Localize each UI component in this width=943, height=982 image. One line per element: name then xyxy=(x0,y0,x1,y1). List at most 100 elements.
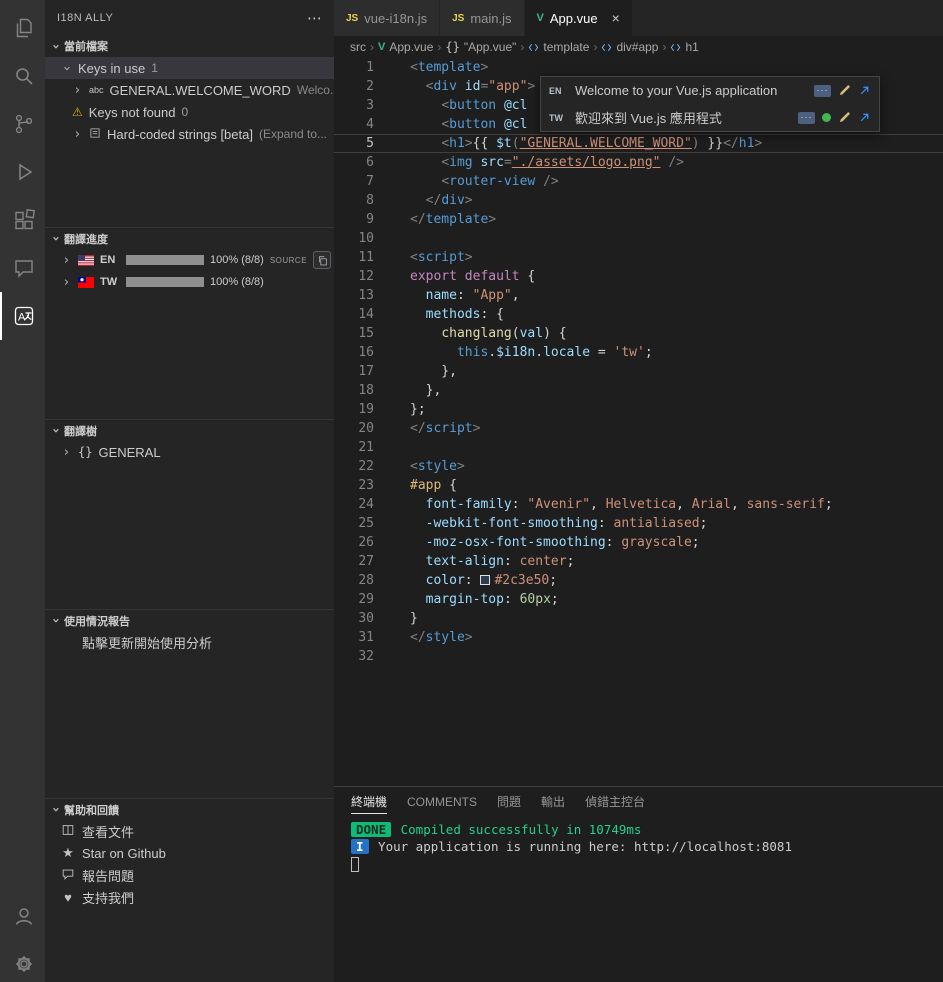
code-line-16[interactable]: 16 this.$i18n.locale = 'tw'; xyxy=(334,343,943,362)
terminal-link[interactable]: http://localhost:8081 xyxy=(634,838,792,855)
tab-app-vue[interactable]: V App.vue × xyxy=(524,0,633,36)
code-line-31[interactable]: 31 </style> xyxy=(334,628,943,647)
help-support-item[interactable]: ♥ 支持我們 xyxy=(45,886,334,908)
breadcrumb-app-vue-node[interactable]: {} "App.vue" xyxy=(445,40,516,54)
code-line-29[interactable]: 29 margin-top: 60px; xyxy=(334,590,943,609)
breadcrumb-app-vue[interactable]: V App.vue xyxy=(378,40,433,54)
line-number: 11 xyxy=(358,250,374,265)
i18n-ally-icon[interactable]: A xyxy=(0,292,45,340)
heart-icon: ♥ xyxy=(64,889,72,905)
section-header-usage[interactable]: › 使用情況報告 xyxy=(45,609,334,631)
code-line-21[interactable]: 21 xyxy=(334,438,943,457)
breadcrumb-template[interactable]: template xyxy=(528,40,589,54)
section-title: 翻譯樹 xyxy=(64,425,97,438)
open-key-icon[interactable] xyxy=(858,111,871,124)
tree-node-general[interactable]: › {} GENERAL xyxy=(45,441,334,463)
run-debug-icon[interactable] xyxy=(0,148,45,196)
code-line-11[interactable]: 11 <script> xyxy=(334,248,943,267)
panel-tab-output[interactable]: 輸出 xyxy=(541,788,565,814)
tab-main-js[interactable]: JS main.js xyxy=(440,0,525,36)
chevron-right-icon: › xyxy=(74,82,81,98)
section-header-progress[interactable]: › 翻譯進度 xyxy=(45,227,334,249)
locale-row-tw[interactable]: › TW 100% (8/8) xyxy=(45,271,334,293)
locale-row-en[interactable]: › EN 100% (8/8) SOURCE xyxy=(45,249,334,271)
section-title: 當前檔案 xyxy=(64,41,108,53)
tab-vue-i18n-js[interactable]: JS vue-i18n.js xyxy=(334,0,441,36)
code-line-18[interactable]: 18 }, xyxy=(334,381,943,400)
search-icon[interactable] xyxy=(0,52,45,100)
section-header-current-file[interactable]: › 當前檔案 xyxy=(45,35,334,57)
line-number: 18 xyxy=(358,383,374,398)
code-line-20[interactable]: 20 </script> xyxy=(334,419,943,438)
help-issue-item[interactable]: 報告問題 xyxy=(45,864,334,886)
activity-bar: A xyxy=(0,0,45,982)
code-line-9[interactable]: 9 </template> xyxy=(334,210,943,229)
open-key-icon[interactable] xyxy=(858,84,871,97)
code-line-23[interactable]: 23 #app { xyxy=(334,476,943,495)
breadcrumb: src › V App.vue › {} "App.vue" › template … xyxy=(334,36,943,58)
panel-tab-problems[interactable]: 問題 xyxy=(497,788,521,814)
code-line-5[interactable]: 5 <h1>{{ $t("GENERAL.WELCOME_WORD") }}</… xyxy=(334,134,943,153)
breadcrumb-src[interactable]: src xyxy=(350,40,366,54)
code-line-32[interactable]: 32 xyxy=(334,647,943,666)
translation-state-icon[interactable] xyxy=(822,113,831,122)
edit-translation-icon[interactable] xyxy=(838,111,851,124)
code-line-24[interactable]: 24 font-family: "Avenir", Helvetica, Ari… xyxy=(334,495,943,514)
section-title: 翻譯進度 xyxy=(64,233,108,246)
more-actions-icon[interactable]: ⋯ xyxy=(307,9,322,27)
help-docs-item[interactable]: 查看文件 xyxy=(45,820,334,842)
code-line-25[interactable]: 25 -webkit-font-smoothing: antialiased; xyxy=(334,514,943,533)
panel-tab-comments[interactable]: COMMENTS xyxy=(407,790,477,813)
code-line-17[interactable]: 17 }, xyxy=(334,362,943,381)
panel-tab-terminal[interactable]: 終端機 xyxy=(351,788,388,814)
pane-help-feedback: › 幫助和回饋 查看文件 ★ Star on Github 報告問題 ♥ 支持我… xyxy=(45,798,334,982)
section-header-tree[interactable]: › 翻譯樹 xyxy=(45,419,334,441)
help-star-item[interactable]: ★ Star on Github xyxy=(45,842,334,864)
code-line-30[interactable]: 30} xyxy=(334,609,943,628)
panel-tab-debug-console[interactable]: 偵錯主控台 xyxy=(585,788,645,814)
hardcoded-strings-row[interactable]: › Hard-coded strings [beta] (Expand to..… xyxy=(45,123,334,145)
keys-in-use-row[interactable]: › Keys in use 1 xyxy=(45,57,334,79)
hardcoded-strings-desc: (Expand to... xyxy=(258,127,328,141)
chevron-right-icon: › xyxy=(74,126,81,142)
breadcrumb-div-app[interactable]: div#app xyxy=(601,40,658,54)
code-editor[interactable]: 1 <template> 2 <div id="app"> 3 <button @cl… xyxy=(334,58,943,786)
review-comments-icon[interactable]: ··· xyxy=(798,111,815,124)
close-icon[interactable]: × xyxy=(612,10,620,26)
keys-not-found-row[interactable]: ⚠ Keys not found 0 xyxy=(45,101,334,123)
account-icon[interactable] xyxy=(0,892,45,940)
code-line-19[interactable]: 19}; xyxy=(334,400,943,419)
code-line-22[interactable]: 22 <style> xyxy=(334,457,943,476)
settings-gear-icon[interactable] xyxy=(0,940,45,982)
breadcrumb-h1[interactable]: h1 xyxy=(670,40,699,54)
usage-analysis-link[interactable]: 點擊更新開始使用分析 xyxy=(45,631,334,653)
code-line-12[interactable]: 12 export default { xyxy=(334,267,943,286)
symbol-icon xyxy=(671,43,681,51)
code-line-28[interactable]: 28 color: #2c3e50; xyxy=(334,571,943,590)
copy-button[interactable] xyxy=(313,251,332,269)
chevron-down-icon: › xyxy=(48,617,63,624)
review-comments-icon[interactable]: ··· xyxy=(814,84,831,97)
code-line-13[interactable]: 13 name: "App", xyxy=(334,286,943,305)
code-line-14[interactable]: 14 methods: { xyxy=(334,305,943,324)
code-line-6[interactable]: 6 <img src="./assets/logo.png" /> xyxy=(334,153,943,172)
help-issue-label: 報告問題 xyxy=(82,868,135,884)
code-line-27[interactable]: 27 text-align: center; xyxy=(334,552,943,571)
code-line-26[interactable]: 26 -moz-osx-font-smoothing: grayscale; xyxy=(334,533,943,552)
line-number: 31 xyxy=(358,630,374,645)
edit-translation-icon[interactable] xyxy=(838,84,851,97)
code-line-15[interactable]: 15 changlang(val) { xyxy=(334,324,943,343)
key-row-general-welcome-word[interactable]: › abc GENERAL.WELCOME_WORD Welco... xyxy=(45,79,334,101)
code-line-1[interactable]: 1 <template> xyxy=(334,58,943,77)
line-number: 15 xyxy=(358,326,374,341)
code-line-10[interactable]: 10 xyxy=(334,229,943,248)
section-header-help[interactable]: › 幫助和回饋 xyxy=(45,798,334,820)
comments-icon[interactable] xyxy=(0,244,45,292)
us-flag-icon xyxy=(78,254,94,266)
explorer-icon[interactable] xyxy=(0,4,45,52)
code-line-7[interactable]: 7 <router-view /> xyxy=(334,172,943,191)
code-line-8[interactable]: 8 </div> xyxy=(334,191,943,210)
extensions-icon[interactable] xyxy=(0,196,45,244)
book-icon xyxy=(60,823,76,840)
source-control-icon[interactable] xyxy=(0,100,45,148)
